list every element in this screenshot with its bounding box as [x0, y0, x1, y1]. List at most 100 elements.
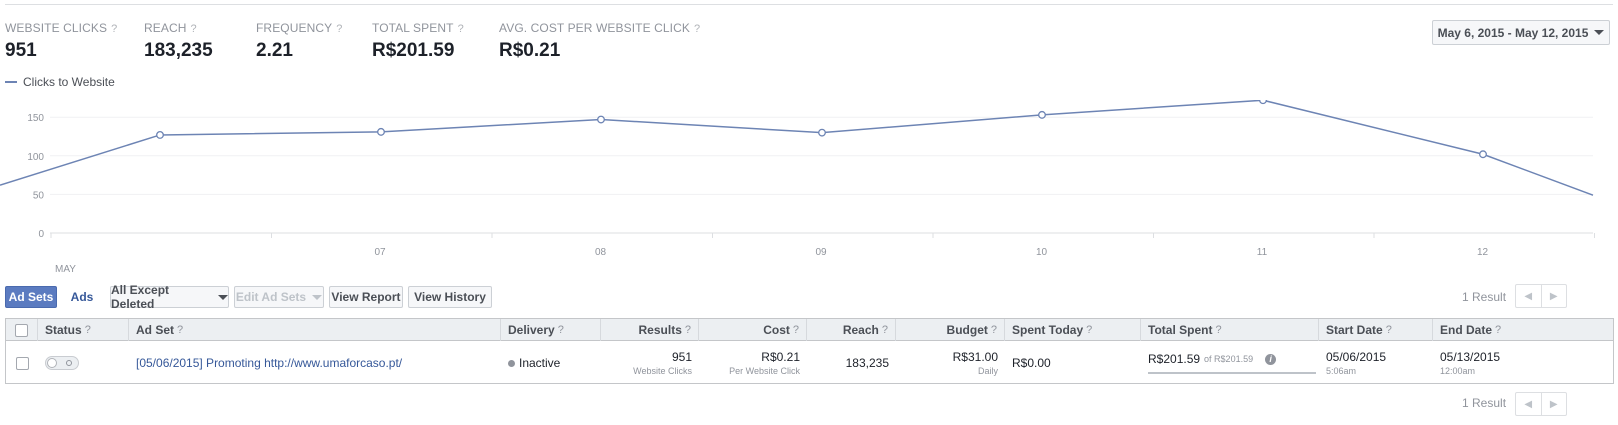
- series-line: [0, 100, 1594, 196]
- cost-cell: R$0.21 Per Website Click: [699, 342, 807, 384]
- result-count: 1 Result: [1462, 290, 1507, 304]
- y-tick-label: 50: [33, 190, 45, 201]
- header-label: Budget: [946, 323, 988, 337]
- metric-label: FREQUENCY: [256, 21, 333, 35]
- spent-today-cell: R$0.00: [1005, 342, 1141, 384]
- help-icon[interactable]: ?: [191, 23, 197, 35]
- metric-reach: REACH? 183,235: [144, 21, 213, 62]
- ad-set-cell: [05/06/2015] Promoting http://www.umafor…: [129, 342, 501, 384]
- legend-swatch: [5, 81, 17, 83]
- metric-total-spent: TOTAL SPENT? R$201.59: [372, 21, 464, 62]
- help-icon[interactable]: ?: [1495, 324, 1501, 336]
- header-end-date[interactable]: End Date?: [1433, 319, 1613, 341]
- filter-label: All Except Deleted: [111, 283, 170, 311]
- ads-tab[interactable]: Ads: [62, 286, 102, 308]
- ad-sets-tab[interactable]: Ad Sets: [5, 286, 57, 308]
- chevron-down-icon: [218, 294, 228, 300]
- header-cost[interactable]: Cost?: [699, 319, 807, 341]
- header-ad-set[interactable]: Ad Set?: [129, 319, 501, 341]
- help-icon[interactable]: ?: [694, 23, 700, 35]
- header-start-date[interactable]: Start Date?: [1319, 319, 1433, 341]
- data-point: [597, 115, 605, 124]
- help-icon[interactable]: ?: [177, 324, 183, 336]
- y-tick-label: 150: [27, 113, 44, 124]
- header-results[interactable]: Results?: [601, 319, 699, 341]
- spent-today-value: R$0.00: [1012, 356, 1051, 370]
- header-spent-today[interactable]: Spent Today?: [1005, 319, 1141, 341]
- header-reach[interactable]: Reach?: [807, 319, 896, 341]
- x-tick-label: 11: [1257, 247, 1268, 258]
- select-all-cell: [6, 319, 38, 341]
- metric-label: TOTAL SPENT: [372, 21, 454, 35]
- help-icon[interactable]: ?: [336, 23, 342, 35]
- row-checkbox[interactable]: [15, 356, 29, 370]
- date-range-label: May 6, 2015 - May 12, 2015: [1437, 25, 1589, 40]
- metric-label: REACH: [144, 21, 187, 35]
- metric-value: R$0.21: [499, 40, 561, 61]
- next-page-icon[interactable]: ▶: [1540, 393, 1567, 415]
- metric-value: 2.21: [256, 40, 293, 61]
- metric-avg-cost: AVG. COST PER WEBSITE CLICK? R$0.21: [499, 21, 700, 62]
- metric-label: AVG. COST PER WEBSITE CLICK: [499, 21, 690, 35]
- next-page-icon[interactable]: ▶: [1540, 285, 1567, 307]
- help-icon[interactable]: ?: [991, 324, 997, 336]
- help-icon[interactable]: ?: [1086, 324, 1092, 336]
- start-time-value: 5:06am: [1326, 366, 1357, 376]
- chevron-down-icon: [1594, 30, 1605, 35]
- table-header: Status? Ad Set? Delivery? Results? Cost?…: [6, 319, 1613, 341]
- help-icon[interactable]: ?: [111, 23, 117, 35]
- previous-page-icon[interactable]: ◀: [1516, 393, 1541, 415]
- select-all-checkbox[interactable]: [15, 323, 28, 337]
- reach-value: 183,235: [845, 356, 889, 370]
- info-icon[interactable]: i: [1265, 353, 1277, 365]
- previous-page-icon[interactable]: ◀: [1516, 285, 1541, 307]
- metric-website-clicks: WEBSITE CLICKS? 951: [5, 21, 117, 62]
- header-label: Results: [638, 323, 682, 337]
- x-tick-label: 09: [815, 247, 827, 258]
- end-time-value: 12:00am: [1440, 366, 1476, 376]
- data-point: [1259, 100, 1267, 105]
- view-history-button[interactable]: View History: [408, 286, 492, 308]
- metric-value: 951: [5, 40, 37, 61]
- help-icon[interactable]: ?: [458, 23, 464, 35]
- header-total-spent[interactable]: Total Spent?: [1141, 319, 1319, 341]
- help-icon[interactable]: ?: [1215, 324, 1221, 336]
- x-tick-label: 08: [595, 247, 607, 258]
- date-range-selector[interactable]: May 6, 2015 - May 12, 2015: [1432, 20, 1610, 45]
- y-tick-label: 100: [27, 152, 44, 163]
- total-spent-cell: R$201.59 of R$201.59 i: [1141, 342, 1319, 384]
- header-label: Cost: [763, 323, 790, 337]
- help-icon[interactable]: ?: [558, 324, 564, 336]
- ad-set-name-link[interactable]: [05/06/2015] Promoting http://www.umafor…: [136, 356, 494, 370]
- x-tick-label: 07: [374, 247, 386, 258]
- data-point: [1038, 110, 1046, 119]
- help-icon[interactable]: ?: [1386, 324, 1392, 336]
- delivery-cell: Inactive: [501, 342, 601, 384]
- status-cell: [38, 342, 129, 384]
- header-label: Delivery: [508, 323, 555, 337]
- table-row: [05/06/2015] Promoting http://www.umafor…: [6, 342, 1613, 384]
- help-icon[interactable]: ?: [882, 324, 888, 336]
- header-budget[interactable]: Budget?: [896, 319, 1005, 341]
- header-label: Total Spent: [1148, 323, 1213, 337]
- delivery-filter-dropdown[interactable]: All Except Deleted: [110, 283, 229, 311]
- pagination: ◀ ▶: [1515, 284, 1567, 308]
- view-report-button[interactable]: View Report: [329, 286, 403, 308]
- results-cell: 951 Website Clicks: [601, 342, 699, 384]
- status-toggle[interactable]: [45, 356, 79, 370]
- cost-subtext: Per Website Click: [729, 366, 800, 376]
- header-label: Start Date: [1326, 323, 1383, 337]
- x-tick-label: 12: [1477, 247, 1489, 258]
- reach-cell: 183,235: [807, 342, 896, 384]
- inactive-status-dot: [508, 359, 515, 367]
- header-label: Reach: [842, 323, 879, 337]
- header-status[interactable]: Status?: [38, 319, 129, 341]
- chevron-down-icon: [312, 294, 323, 300]
- help-icon[interactable]: ?: [793, 324, 799, 336]
- budget-cell: R$31.00 Daily: [896, 342, 1005, 384]
- header-delivery[interactable]: Delivery?: [501, 319, 601, 341]
- start-date-value: 05/06/2015: [1326, 350, 1387, 364]
- edit-ad-sets-button[interactable]: Edit Ad Sets: [234, 286, 324, 308]
- help-icon[interactable]: ?: [685, 324, 691, 336]
- help-icon[interactable]: ?: [85, 324, 91, 336]
